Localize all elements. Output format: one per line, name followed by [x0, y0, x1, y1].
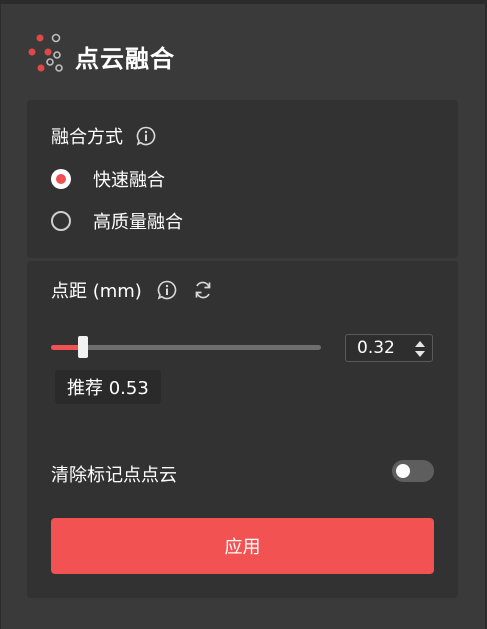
info-icon[interactable]: [156, 279, 178, 301]
fusion-panel: 点云融合 融合方式 快速融合 高质量融合 点距 (mm) 0.32 推荐 0.5…: [0, 0, 487, 629]
radio-unchecked-icon[interactable]: [51, 211, 71, 231]
radio-fast-fusion-label: 快速融合: [93, 170, 165, 191]
point-spacing-spinbox[interactable]: 0.32: [345, 334, 433, 362]
fusion-method-card: 融合方式 快速融合 高质量融合: [27, 100, 458, 258]
radio-high-quality-label: 高质量融合: [93, 212, 183, 233]
panel-header: 点云融合: [27, 32, 175, 80]
page-title: 点云融合: [75, 44, 175, 73]
point-spacing-text: 点距 (mm): [51, 281, 142, 302]
recommend-text: 推荐 0.53: [67, 378, 149, 399]
refresh-icon[interactable]: [192, 279, 214, 301]
point-cloud-icon: [27, 32, 75, 80]
radio-high-quality-fusion[interactable]: 高质量融合: [51, 208, 183, 234]
point-spacing-value[interactable]: 0.32: [357, 338, 395, 358]
radio-fast-fusion[interactable]: 快速融合: [51, 166, 165, 192]
radio-checked-icon[interactable]: [51, 169, 71, 189]
apply-button-label: 应用: [224, 537, 261, 558]
fusion-method-text: 融合方式: [51, 127, 123, 148]
clear-markers-text: 清除标记点点云: [51, 465, 177, 486]
recommend-badge: 推荐 0.53: [55, 370, 161, 404]
clear-markers-label: 清除标记点点云: [51, 461, 177, 487]
apply-button[interactable]: 应用: [51, 518, 434, 574]
slider-thumb[interactable]: [78, 336, 89, 358]
point-spacing-slider[interactable]: [51, 336, 321, 358]
spin-arrows-icon[interactable]: [414, 339, 426, 359]
info-icon[interactable]: [135, 125, 157, 147]
slider-track[interactable]: [51, 345, 321, 350]
point-spacing-label: 点距 (mm): [51, 277, 214, 303]
clear-markers-toggle[interactable]: [392, 460, 434, 482]
toggle-knob[interactable]: [396, 464, 410, 478]
fusion-method-label: 融合方式: [51, 123, 157, 149]
point-spacing-card: 点距 (mm) 0.32 推荐 0.53 清除标记点点云 应用: [27, 261, 458, 598]
